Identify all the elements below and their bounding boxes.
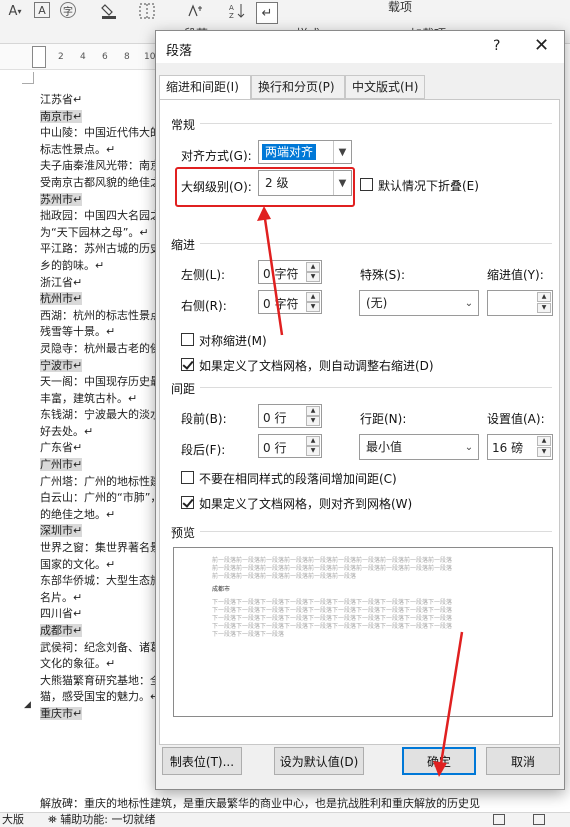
annotation-arrows — [257, 206, 464, 777]
annotation-arrow-down — [438, 631, 464, 771]
annotation-arrow-up — [262, 211, 284, 336]
annotation-arrowhead-up — [257, 206, 271, 221]
annotation-arrowhead-down — [433, 761, 447, 777]
